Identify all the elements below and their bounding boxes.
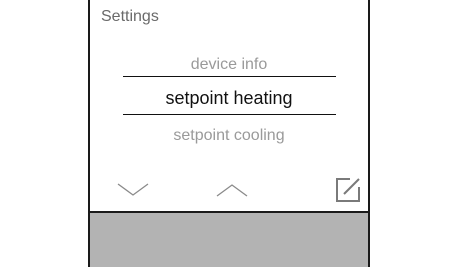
chevron-down-icon	[117, 183, 149, 196]
edit-button[interactable]	[334, 176, 362, 204]
display-screen: Settings device info setpoint heating se…	[90, 0, 368, 209]
screen-title: Settings	[101, 8, 159, 25]
scroll-down-button[interactable]	[116, 178, 150, 202]
chevron-up-icon	[216, 184, 248, 197]
thermostat-device: Settings device info setpoint heating se…	[88, 0, 370, 267]
menu-item-previous[interactable]: device info	[90, 56, 368, 74]
edit-icon	[336, 178, 360, 202]
menu-item-selected[interactable]: setpoint heating	[90, 88, 368, 109]
menu-item-next[interactable]: setpoint cooling	[90, 127, 368, 145]
selection-line-bottom	[123, 114, 336, 115]
scroll-up-button[interactable]	[215, 178, 249, 202]
bottom-status-bar	[90, 211, 368, 267]
selection-line-top	[123, 76, 336, 77]
